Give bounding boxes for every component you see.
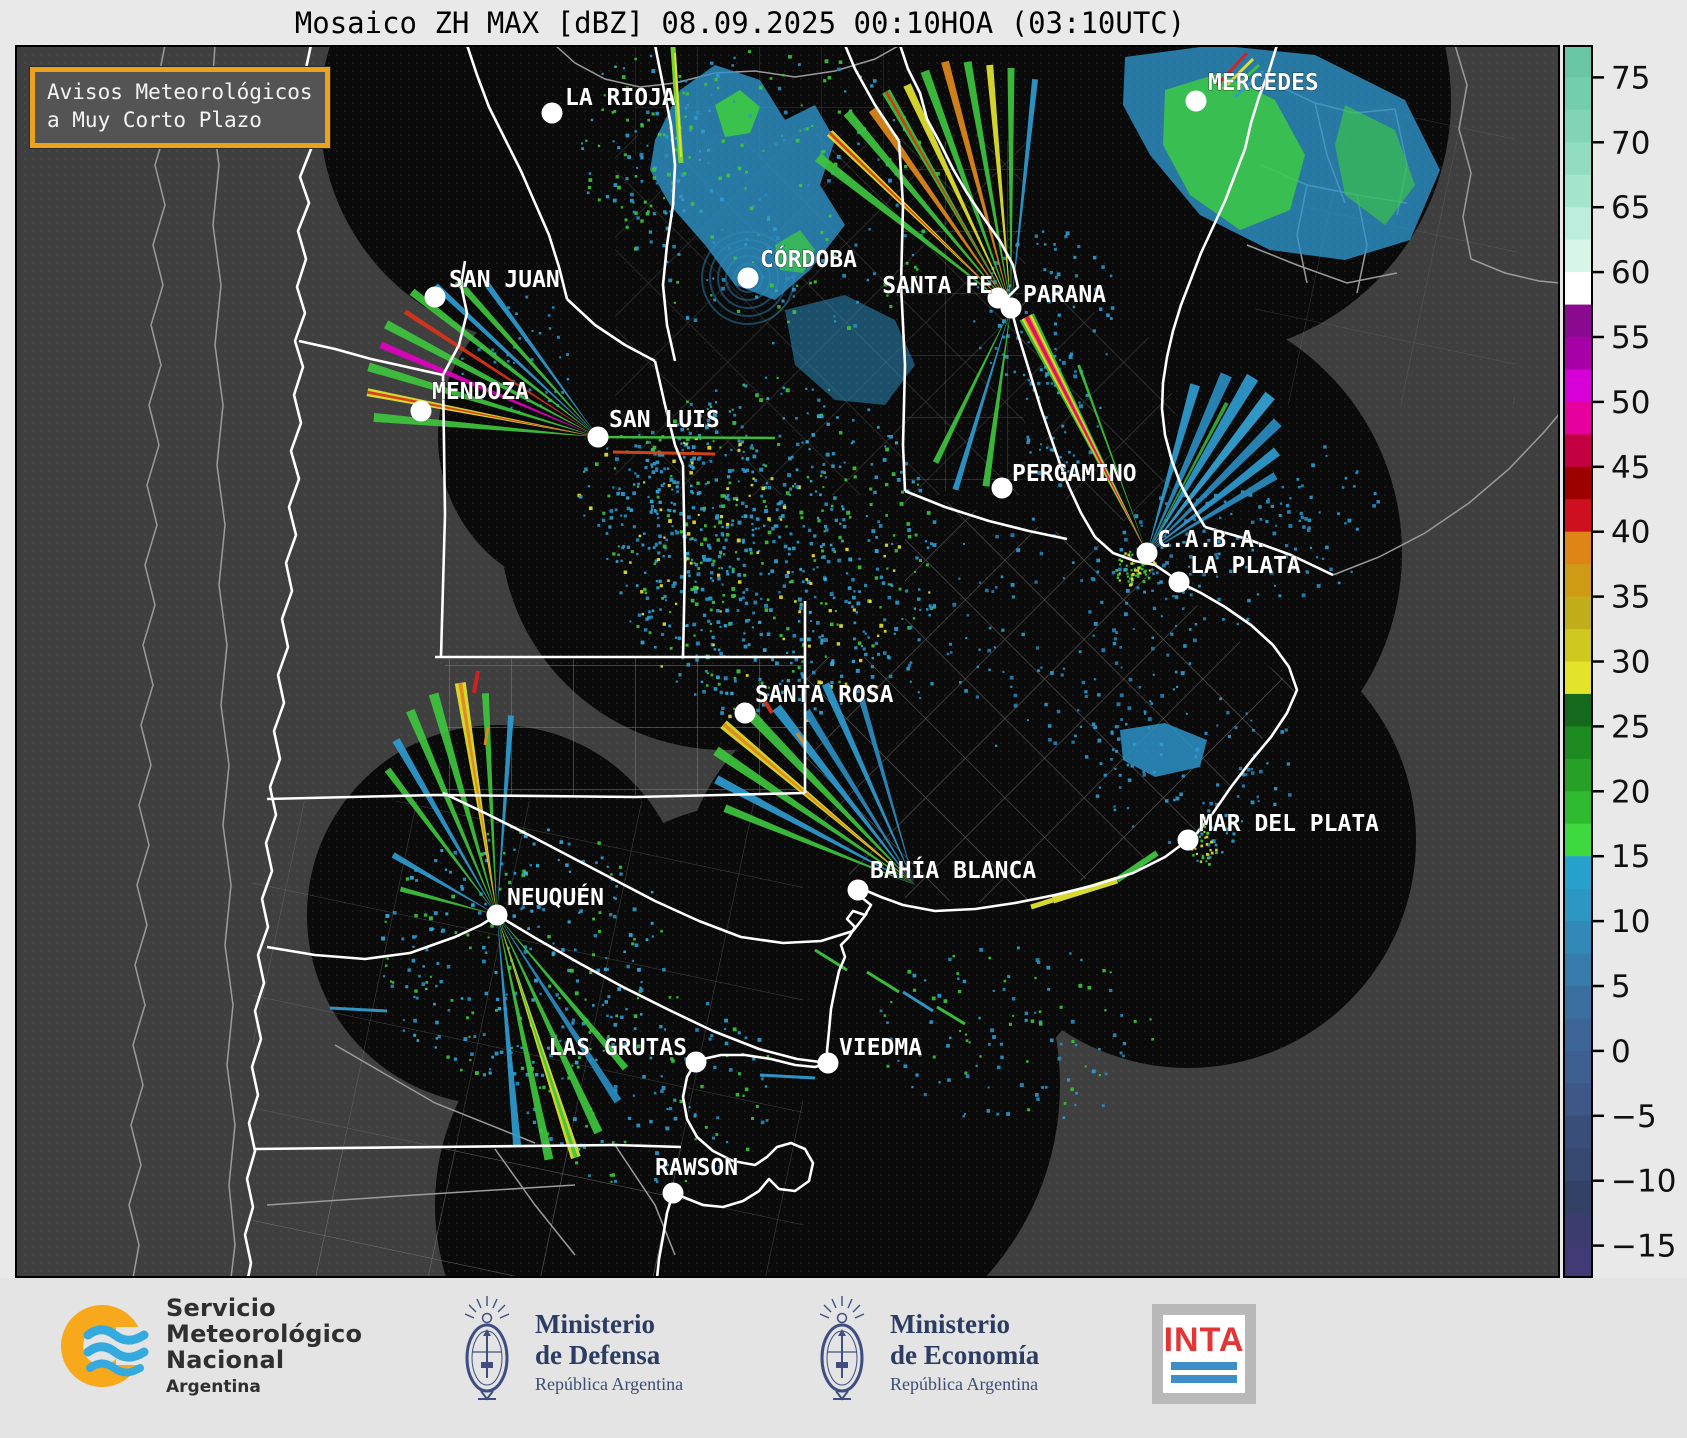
city-label: SANTA FE — [882, 273, 993, 299]
city-dot — [424, 286, 446, 308]
city-label: MAR DEL PLATA — [1199, 811, 1379, 837]
city-dot — [817, 1052, 839, 1074]
city-dot — [847, 879, 869, 901]
dbz-colorbar: 757065605550454035302520151050−5−10−15 — [1563, 45, 1676, 1278]
colorbar-tick-label: 45 — [1611, 450, 1650, 486]
city-label: LA RIOJA — [565, 85, 676, 111]
colorbar-tick-label: 20 — [1611, 774, 1650, 810]
radar-map-canvas: LA RIOJA MERCEDES SAN JUAN CÓRDOBA SANTA FE P… — [15, 45, 1560, 1278]
city-dot — [737, 267, 759, 289]
city-dot — [486, 904, 508, 926]
economia-line2: de Economía — [890, 1339, 1040, 1370]
economia-subtitle: República Argentina — [890, 1373, 1039, 1394]
city-label: RAWSON — [655, 1155, 738, 1181]
city-dot — [1185, 90, 1207, 112]
city-label: VIEDMA — [839, 1035, 922, 1061]
colorbar-tick-label: 5 — [1611, 969, 1631, 1005]
city-label: LA PLATA — [1190, 553, 1301, 579]
radar-map: LA RIOJA MERCEDES SAN JUAN CÓRDOBA SANTA FE P… — [15, 45, 1560, 1278]
coat-of-arms-icon — [819, 1296, 865, 1401]
city-dot — [662, 1182, 684, 1204]
economia-line1: Ministerio — [890, 1309, 1010, 1340]
city-dot — [1168, 571, 1190, 593]
smn-line3: Nacional — [166, 1345, 285, 1374]
city-dot — [991, 477, 1013, 499]
ministerio-economia-logo: Ministerio de Economía República Argenti… — [810, 1292, 1039, 1412]
footer-logos: Servicio Meteorológico Nacional Argentin… — [0, 1278, 1687, 1438]
city-label: SAN LUIS — [609, 407, 720, 433]
city-label: NEUQUÉN — [507, 883, 604, 911]
coat-of-arms-icon — [464, 1296, 510, 1401]
city-dot — [410, 400, 432, 422]
inta-logo-box: INTA — [1152, 1304, 1256, 1404]
city-dot — [685, 1051, 707, 1073]
warnings-badge-line2: a Muy Corto Plazo — [47, 107, 262, 132]
inta-logo: INTA — [1152, 1304, 1256, 1404]
radar-mosaic-page: Mosaico ZH MAX [dBZ] 08.09.2025 00:10HOA… — [0, 0, 1687, 1438]
colorbar-tick-label: 15 — [1611, 839, 1650, 875]
city-dot — [1000, 297, 1022, 319]
city-label: SANTA ROSA — [755, 682, 894, 708]
colorbar-tick-label: 65 — [1611, 190, 1650, 226]
smn-logo-text: Servicio Meteorológico Nacional Argentin… — [166, 1294, 363, 1397]
colorbar-tick-label: 50 — [1611, 385, 1650, 421]
city-dot — [1136, 542, 1158, 564]
smn-logo: Servicio Meteorológico Nacional Argentin… — [60, 1294, 363, 1397]
city-label: PARANA — [1023, 282, 1106, 308]
city-label: C.A.B.A. — [1157, 527, 1268, 553]
warnings-badge: Avisos Meteorológicos a Muy Corto Plazo — [30, 67, 330, 149]
colorbar-tick-label: 55 — [1611, 320, 1650, 356]
defensa-subtitle: República Argentina — [535, 1373, 684, 1394]
colorbar-tick-label: −15 — [1611, 1229, 1676, 1265]
smn-line1: Servicio — [166, 1294, 276, 1322]
ministerio-economia-text: Ministerio de Economía República Argenti… — [890, 1309, 1039, 1394]
city-label: PERGAMINO — [1012, 461, 1137, 487]
city-label: CÓRDOBA — [760, 245, 857, 273]
inta-bar-bottom — [1171, 1375, 1237, 1383]
page-title: Mosaico ZH MAX [dBZ] 08.09.2025 00:10HOA… — [294, 6, 1186, 40]
city-label: MERCEDES — [1208, 70, 1319, 96]
colorbar-tick-label: 0 — [1611, 1034, 1631, 1070]
smn-logo-icon — [61, 1305, 152, 1388]
city-dot — [734, 702, 756, 724]
colorbar-tick-label: 40 — [1611, 515, 1650, 551]
colorbar-tick-label: 30 — [1611, 645, 1650, 681]
city-label: LAS GRUTAS — [549, 1035, 687, 1061]
city-label: SAN JUAN — [449, 267, 560, 293]
colorbar-tick-label: −5 — [1611, 1099, 1657, 1135]
colorbar-tick-label: 10 — [1611, 904, 1650, 940]
ministerio-defensa-text: Ministerio de Defensa República Argentin… — [535, 1309, 683, 1394]
city-label: BAHÍA BLANCA — [870, 856, 1036, 884]
warnings-badge-line1: Avisos Meteorológicos — [47, 80, 313, 104]
ministerio-defensa-logo: Ministerio de Defensa República Argentin… — [455, 1292, 683, 1412]
smn-country: Argentina — [166, 1376, 261, 1397]
city-dot — [1177, 829, 1199, 851]
colorbar-tick-label: 35 — [1611, 580, 1650, 616]
colorbar-tick-label: 70 — [1611, 125, 1650, 161]
smn-line2: Meteorológico — [166, 1319, 363, 1348]
inta-bar-top — [1171, 1362, 1237, 1370]
city-label: MENDOZA — [432, 379, 529, 405]
defensa-line2: de Defensa — [535, 1339, 661, 1370]
city-dot — [541, 102, 563, 124]
colorbar-tick-label: 25 — [1611, 709, 1650, 745]
city-dot — [587, 426, 609, 448]
colorbar-tick-label: 60 — [1611, 255, 1650, 291]
colorbar-tick-label: −10 — [1611, 1164, 1676, 1200]
defensa-line1: Ministerio — [535, 1309, 655, 1340]
colorbar-tick-label: 75 — [1611, 60, 1650, 96]
inta-wordmark: INTA — [1163, 1321, 1245, 1359]
